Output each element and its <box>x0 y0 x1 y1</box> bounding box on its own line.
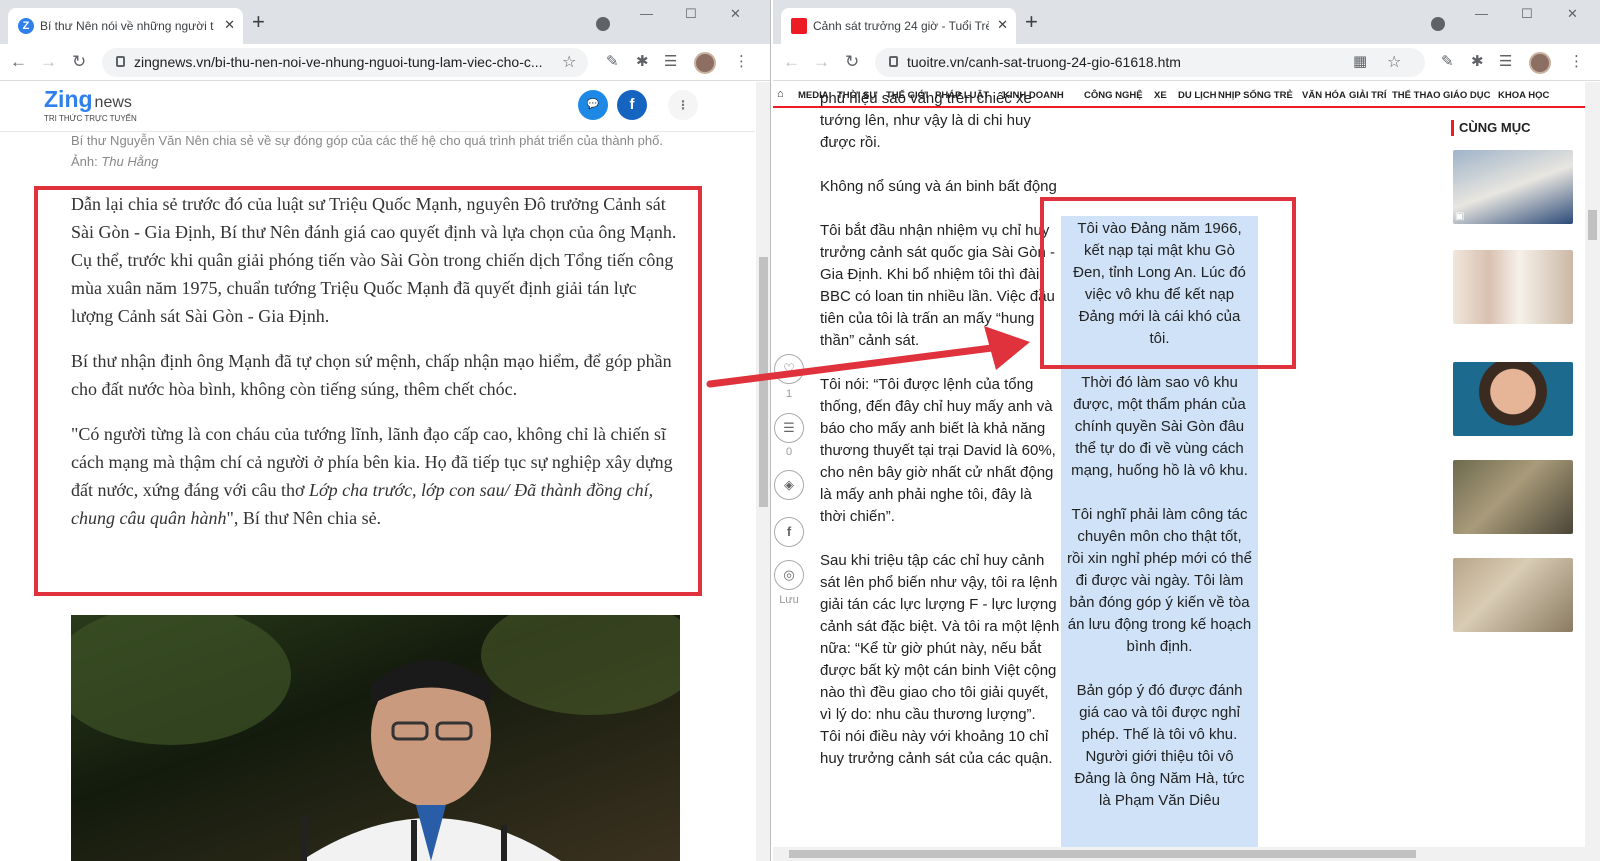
maximize-button[interactable]: ☐ <box>685 6 697 22</box>
related-thumb-ceremony[interactable]: ▣ <box>1453 150 1573 224</box>
facebook-share-icon[interactable]: f <box>617 90 647 120</box>
related-thumb-portrait[interactable] <box>1453 362 1573 436</box>
home-icon[interactable]: ⌂ <box>777 88 784 100</box>
pull-quote-paragraph: Tôi nghĩ phải làm công tác chuyên môn ch… <box>1067 506 1252 655</box>
reload-icon[interactable]: ↻ <box>845 51 859 73</box>
zing-site-header: Zing news TRI THỨC TRỰC TUYẾN 💬 f ⋮ <box>0 82 755 132</box>
browser-tab-zing[interactable]: Z Bí thư Nên nói về những người t ✕ <box>8 8 243 44</box>
pen-extension-icon[interactable]: ✎ <box>606 52 619 72</box>
tab-search-icon[interactable] <box>596 17 610 31</box>
right-browser-window: Cảnh sát trưởng 24 giờ - Tuổi Trẻ ✕ + — … <box>773 0 1600 861</box>
nav-item[interactable]: GIẢI TRÍ <box>1349 90 1386 102</box>
browser-tab-tuoitre[interactable]: Cảnh sát trưởng 24 giờ - Tuổi Trẻ ✕ <box>781 8 1016 44</box>
close-tab-icon[interactable]: ✕ <box>224 16 235 34</box>
url-text: zingnews.vn/bi-thu-nen-noi-ve-nhung-nguo… <box>134 54 543 70</box>
browser-toolbar: ← → ↻ tuoitre.vn/canh-sat-truong-24-gio-… <box>773 44 1600 81</box>
forward-icon[interactable]: → <box>40 51 57 73</box>
reload-icon[interactable]: ↻ <box>72 51 86 73</box>
tab-title: Bí thư Nên nói về những người t <box>40 19 214 33</box>
highlight-box-pull-quote <box>1040 197 1296 369</box>
tab-title: Cảnh sát trưởng 24 giờ - Tuổi Trẻ <box>813 19 989 33</box>
puzzle-extensions-icon[interactable]: ✱ <box>1471 52 1484 72</box>
lock-icon <box>116 56 125 67</box>
comment-icon[interactable]: ☰ <box>774 413 804 443</box>
zing-tagline: TRI THỨC TRỰC TUYẾN <box>44 114 137 123</box>
article-photo <box>71 615 680 861</box>
minimize-button[interactable]: — <box>1475 6 1488 22</box>
tab-strip: Cảnh sát trưởng 24 giờ - Tuổi Trẻ ✕ + — … <box>773 0 1600 44</box>
nav-item[interactable]: XE <box>1154 90 1167 102</box>
tab-strip: Z Bí thư Nên nói về những người t ✕ + — … <box>0 0 770 44</box>
related-thumb-sepia[interactable] <box>1453 558 1573 632</box>
nav-item[interactable]: DU LỊCH <box>1178 90 1217 102</box>
menu-kebab-icon[interactable]: ⋮ <box>1569 52 1584 72</box>
url-text: tuoitre.vn/canh-sat-truong-24-gio-61618.… <box>907 54 1181 70</box>
more-options-icon[interactable]: ⋮ <box>668 90 698 120</box>
zing-favicon-icon: Z <box>18 18 34 34</box>
highlight-box-left-article <box>34 186 702 596</box>
pull-quote-paragraph: Bản góp ý đó được đánh giá cao và tôi đư… <box>1074 682 1245 809</box>
profile-avatar[interactable] <box>694 52 716 74</box>
nav-item[interactable]: VĂN HÓA <box>1302 90 1346 102</box>
new-tab-button[interactable]: + <box>1025 10 1038 34</box>
related-thumb-couple[interactable] <box>1453 250 1573 324</box>
bookmark-star-icon[interactable]: ☆ <box>1387 54 1401 71</box>
address-bar[interactable]: tuoitre.vn/canh-sat-truong-24-gio-61618.… <box>875 48 1425 77</box>
article-paragraph: phù hiệu sao vàng trên chiếc xe tướng lê… <box>820 90 1032 151</box>
forward-icon[interactable]: → <box>813 51 830 73</box>
close-tab-icon[interactable]: ✕ <box>997 16 1008 34</box>
nav-item[interactable]: THỂ THAO <box>1392 90 1441 102</box>
pull-quote-paragraph: Thời đó làm sao vô khu được, một thẩm ph… <box>1071 374 1248 479</box>
back-icon[interactable]: ← <box>783 51 800 73</box>
pen-extension-icon[interactable]: ✎ <box>1441 52 1454 72</box>
zing-logo[interactable]: Zing news <box>44 86 132 116</box>
camera-icon: ▣ <box>1455 211 1465 222</box>
related-thumb-old-photo[interactable] <box>1453 460 1573 534</box>
nav-item[interactable]: KHOA HỌC <box>1498 90 1549 102</box>
window-close-button[interactable]: ✕ <box>1567 6 1578 22</box>
qr-code-icon[interactable]: ▦ <box>1353 52 1367 72</box>
messenger-share-icon[interactable]: 💬 <box>578 90 608 120</box>
left-vertical-scrollbar[interactable] <box>756 82 770 861</box>
save-box-icon[interactable]: ◎ <box>774 560 804 590</box>
lock-icon <box>889 56 898 67</box>
layers-icon[interactable]: ◈ <box>774 470 804 500</box>
right-horizontal-scrollbar[interactable] <box>773 847 1585 861</box>
bookmark-star-icon[interactable]: ☆ <box>562 54 576 71</box>
tab-search-icon[interactable] <box>1431 17 1445 31</box>
browser-toolbar: ← → ↻ zingnews.vn/bi-thu-nen-noi-ve-nhun… <box>0 44 770 81</box>
maximize-button[interactable]: ☐ <box>1521 6 1533 22</box>
photo-credit: Thu Hằng <box>101 154 159 169</box>
comment-count: 0 <box>785 446 793 458</box>
address-bar[interactable]: zingnews.vn/bi-thu-nen-noi-ve-nhung-nguo… <box>102 48 588 77</box>
reading-list-icon[interactable]: ☰ <box>664 52 677 72</box>
related-heading: CÙNG MỤC <box>1451 120 1531 136</box>
nav-item[interactable]: NHỊP SỐNG TRẺ <box>1218 90 1293 102</box>
right-vertical-scrollbar[interactable] <box>1585 82 1600 861</box>
nav-item[interactable]: GIÁO DỤC <box>1443 90 1491 102</box>
profile-avatar[interactable] <box>1529 52 1551 74</box>
minimize-button[interactable]: — <box>640 6 653 22</box>
puzzle-extensions-icon[interactable]: ✱ <box>636 52 649 72</box>
nav-item[interactable]: CÔNG NGHỆ <box>1084 90 1143 102</box>
article-paragraph: Sau khi triệu tập các chỉ huy cảnh sát l… <box>820 552 1060 767</box>
window-close-button[interactable]: ✕ <box>730 6 741 22</box>
tuoitre-favicon-icon <box>791 18 807 34</box>
new-tab-button[interactable]: + <box>252 10 265 34</box>
back-icon[interactable]: ← <box>10 51 27 73</box>
menu-kebab-icon[interactable]: ⋮ <box>734 52 749 72</box>
save-label: Lưu <box>779 594 799 606</box>
photo-caption: Bí thư Nguyễn Văn Nên chia sẻ về sự đóng… <box>71 133 663 169</box>
annotation-arrow <box>706 326 1030 388</box>
reading-list-icon[interactable]: ☰ <box>1499 52 1512 72</box>
tuoitre-article-body: phù hiệu sao vàng trên chiếc xe tướng lê… <box>820 90 1060 792</box>
article-subheading: Không nổ súng và án binh bất động <box>820 178 1057 195</box>
facebook-share-icon[interactable]: f <box>774 517 804 547</box>
